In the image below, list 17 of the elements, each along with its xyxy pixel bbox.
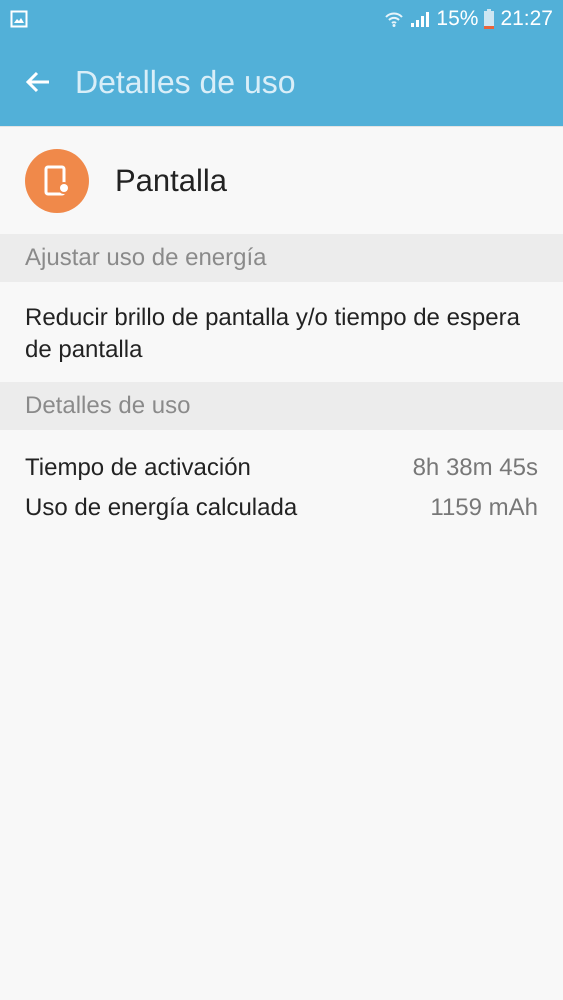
- battery-percent: 15%: [436, 7, 478, 31]
- gallery-icon: [10, 10, 28, 28]
- section-header: Detalles de uso: [0, 382, 563, 430]
- item-title: Pantalla: [115, 162, 228, 198]
- detail-label: Tiempo de activación: [25, 454, 251, 482]
- screen-settings-icon: [25, 148, 89, 212]
- section-header: Ajustar uso de energía: [0, 234, 563, 282]
- signal-icon: [410, 10, 430, 28]
- app-bar-title: Detalles de uso: [75, 64, 296, 100]
- wifi-icon: [384, 10, 404, 28]
- detail-value: 1159 mAh: [430, 494, 538, 522]
- detail-value: 8h 38m 45s: [412, 454, 538, 482]
- battery-icon: [484, 9, 494, 29]
- suggestion-text[interactable]: Reducir brillo de pantalla y/o tiempo de espera de pantalla: [0, 282, 563, 382]
- clock: 21:27: [500, 7, 553, 31]
- detail-label: Uso de energía calculada: [25, 494, 298, 522]
- back-arrow-icon[interactable]: [25, 71, 51, 93]
